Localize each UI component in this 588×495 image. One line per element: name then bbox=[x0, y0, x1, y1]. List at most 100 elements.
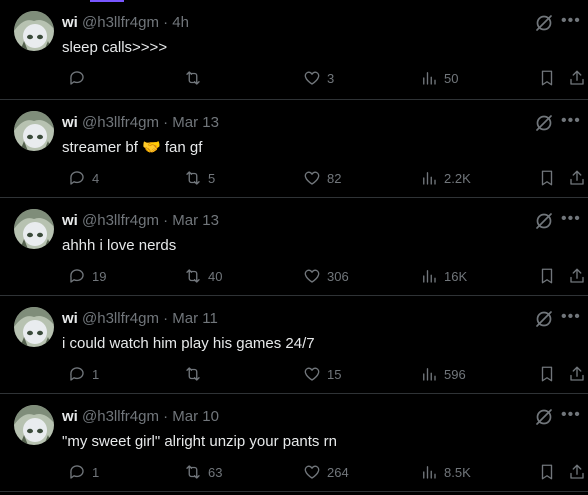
tweet-text: streamer bf 🤝 fan gf bbox=[62, 139, 203, 156]
views-button[interactable]: 8.5K bbox=[414, 462, 471, 482]
bookmark-button[interactable] bbox=[532, 68, 556, 88]
display-name[interactable]: wi bbox=[62, 114, 78, 131]
tweet-text: i could watch him play his games 24/7 bbox=[62, 335, 315, 352]
views-icon bbox=[420, 365, 438, 383]
display-name[interactable]: wi bbox=[62, 310, 78, 327]
tweet-header: wi @h3llfr4gm · Mar 13 bbox=[62, 212, 219, 230]
separator: · bbox=[163, 14, 169, 31]
view-count: 596 bbox=[444, 366, 466, 382]
like-count: 82 bbox=[327, 170, 342, 186]
bookmark-button[interactable] bbox=[532, 168, 556, 188]
views-icon bbox=[420, 463, 438, 481]
tweet[interactable]: wi @h3llfr4gm · Mar 10 "my sweet girl" a… bbox=[0, 394, 588, 492]
user-handle[interactable]: @h3llfr4gm bbox=[82, 212, 159, 229]
timestamp[interactable]: 4h bbox=[172, 14, 189, 31]
retweet-icon bbox=[184, 267, 202, 285]
tweet-text: "my sweet girl" alright unzip your pants… bbox=[62, 433, 337, 450]
retweet-button[interactable]: 5 bbox=[178, 168, 215, 188]
display-name[interactable]: wi bbox=[62, 14, 78, 31]
display-name[interactable]: wi bbox=[62, 408, 78, 425]
more-icon[interactable]: ••• bbox=[561, 12, 583, 32]
view-count: 8.5K bbox=[444, 464, 471, 480]
more-icon[interactable]: ••• bbox=[561, 308, 583, 328]
more-icon[interactable]: ••• bbox=[561, 406, 583, 426]
timestamp[interactable]: Mar 13 bbox=[172, 114, 219, 131]
avatar[interactable] bbox=[14, 307, 54, 347]
timestamp[interactable]: Mar 13 bbox=[172, 212, 219, 229]
tweet-text: ahhh i love nerds bbox=[62, 237, 177, 254]
like-button[interactable]: 15 bbox=[297, 364, 341, 384]
like-button[interactable]: 264 bbox=[297, 462, 349, 482]
grok-icon[interactable] bbox=[534, 13, 554, 33]
views-button[interactable]: 50 bbox=[414, 68, 458, 88]
reply-icon bbox=[68, 463, 86, 481]
bookmark-button[interactable] bbox=[532, 266, 556, 286]
timestamp[interactable]: Mar 11 bbox=[172, 310, 218, 327]
like-button[interactable]: 3 bbox=[297, 68, 334, 88]
tweet-actions: 19 40 306 16K bbox=[62, 266, 584, 286]
more-icon[interactable]: ••• bbox=[561, 112, 583, 132]
more-icon[interactable]: ••• bbox=[561, 210, 583, 230]
avatar[interactable] bbox=[14, 209, 54, 249]
retweet-button[interactable]: 63 bbox=[178, 462, 222, 482]
share-icon bbox=[568, 69, 586, 87]
like-icon bbox=[303, 365, 321, 383]
bookmark-button[interactable] bbox=[532, 364, 556, 384]
separator: · bbox=[163, 114, 169, 131]
bookmark-icon bbox=[538, 267, 556, 285]
reply-button[interactable]: 19 bbox=[62, 266, 106, 286]
bookmark-button[interactable] bbox=[532, 462, 556, 482]
view-count: 16K bbox=[444, 268, 468, 284]
timestamp[interactable]: Mar 10 bbox=[172, 408, 219, 425]
tweet[interactable]: wi @h3llfr4gm · 4h sleep calls>>>> ••• 3… bbox=[0, 0, 588, 100]
retweet-button[interactable] bbox=[178, 68, 208, 88]
share-button[interactable] bbox=[562, 462, 586, 482]
views-button[interactable]: 596 bbox=[414, 364, 466, 384]
tweet[interactable]: wi @h3llfr4gm · Mar 11 i could watch him… bbox=[0, 296, 588, 394]
grok-icon[interactable] bbox=[534, 309, 554, 329]
like-button[interactable]: 82 bbox=[297, 168, 341, 188]
like-button[interactable]: 306 bbox=[297, 266, 349, 286]
share-icon bbox=[568, 463, 586, 481]
user-handle[interactable]: @h3llfr4gm bbox=[82, 310, 159, 327]
view-count: 2.2K bbox=[444, 170, 471, 186]
reply-icon bbox=[68, 365, 86, 383]
share-button[interactable] bbox=[562, 168, 586, 188]
share-button[interactable] bbox=[562, 266, 586, 286]
grok-icon[interactable] bbox=[534, 113, 554, 133]
grok-icon[interactable] bbox=[534, 407, 554, 427]
bookmark-icon bbox=[538, 169, 556, 187]
reply-button[interactable]: 4 bbox=[62, 168, 99, 188]
retweet-icon bbox=[184, 463, 202, 481]
like-count: 306 bbox=[327, 268, 349, 284]
share-button[interactable] bbox=[562, 68, 586, 88]
tweet-actions: 4 5 82 2.2K bbox=[62, 168, 584, 188]
tweet-actions: 1 15 596 bbox=[62, 364, 584, 384]
tweet[interactable]: wi @h3llfr4gm · Mar 13 ahhh i love nerds… bbox=[0, 198, 588, 296]
avatar[interactable] bbox=[14, 405, 54, 445]
user-handle[interactable]: @h3llfr4gm bbox=[82, 14, 159, 31]
share-button[interactable] bbox=[562, 364, 586, 384]
user-handle[interactable]: @h3llfr4gm bbox=[82, 408, 159, 425]
avatar[interactable] bbox=[14, 11, 54, 51]
like-count: 264 bbox=[327, 464, 349, 480]
display-name[interactable]: wi bbox=[62, 212, 78, 229]
separator: · bbox=[163, 212, 169, 229]
bookmark-icon bbox=[538, 69, 556, 87]
user-handle[interactable]: @h3llfr4gm bbox=[82, 114, 159, 131]
reply-button[interactable]: 1 bbox=[62, 462, 99, 482]
reply-button[interactable] bbox=[62, 68, 92, 88]
grok-icon[interactable] bbox=[534, 211, 554, 231]
tweet-actions: 1 63 264 8.5K bbox=[62, 462, 584, 482]
reply-button[interactable]: 1 bbox=[62, 364, 99, 384]
views-icon bbox=[420, 267, 438, 285]
tweet[interactable]: wi @h3llfr4gm · Mar 13 streamer bf 🤝 fan… bbox=[0, 100, 588, 198]
reply-icon bbox=[68, 169, 86, 187]
retweet-button[interactable] bbox=[178, 364, 208, 384]
reply-count: 1 bbox=[92, 366, 100, 382]
retweet-button[interactable]: 40 bbox=[178, 266, 222, 286]
avatar[interactable] bbox=[14, 111, 54, 151]
views-button[interactable]: 2.2K bbox=[414, 168, 471, 188]
views-button[interactable]: 16K bbox=[414, 266, 467, 286]
tweet-header: wi @h3llfr4gm · Mar 10 bbox=[62, 408, 219, 426]
